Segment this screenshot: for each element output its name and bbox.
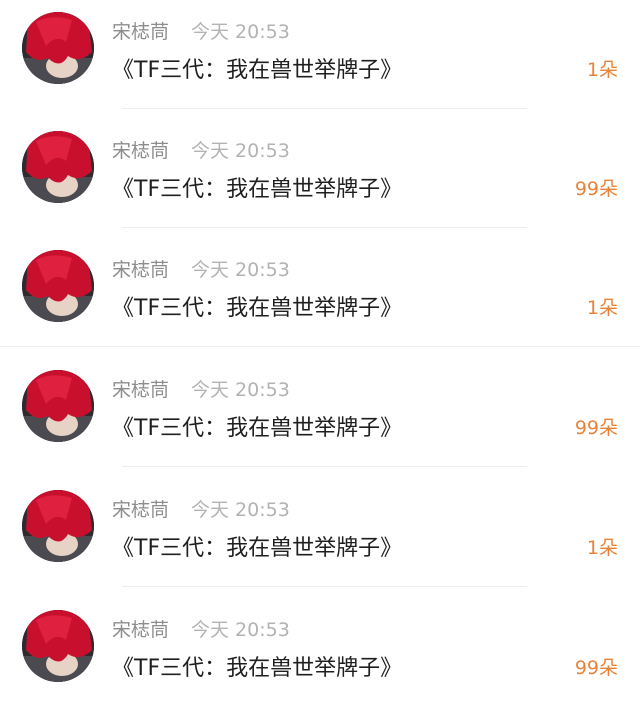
comment-time: 今天 20:53 [191,499,290,521]
gift-count: 99朵 [574,657,618,679]
comment-username[interactable]: 宋梽茼 [112,17,169,44]
comment-row[interactable]: 宋梽茼 今天 20:53 《TF三代：我在兽世举牌子》 99朵 [0,598,640,717]
comment-list: 宋梽茼 今天 20:53 《TF三代：我在兽世举牌子》 1朵 宋梽茼 今天 20… [0,0,640,718]
comment-row[interactable]: 宋梽茼 今天 20:53 《TF三代：我在兽世举牌子》 1朵 [0,478,640,597]
gift-count: 99朵 [574,178,618,200]
avatar[interactable] [22,250,94,322]
avatar[interactable] [22,12,94,84]
comment-time: 今天 20:53 [191,379,290,401]
avatar[interactable] [22,131,94,203]
divider [122,586,527,587]
gift-count: 1朵 [586,297,618,319]
comment-row[interactable]: 宋梽茼 今天 20:53 《TF三代：我在兽世举牌子》 99朵 [0,119,640,238]
gift-count: 1朵 [586,537,618,559]
comment-time: 今天 20:53 [191,619,290,641]
comment-username[interactable]: 宋梽茼 [112,375,169,402]
comment-username[interactable]: 宋梽茼 [112,136,169,163]
comment-text: 《TF三代：我在兽世举牌子》 [112,656,403,681]
comment-text: 《TF三代：我在兽世举牌子》 [112,296,403,321]
comment-time: 今天 20:53 [191,21,290,43]
divider [122,227,527,228]
gift-count: 1朵 [586,59,618,81]
comment-text: 《TF三代：我在兽世举牌子》 [112,416,403,441]
avatar-image-icon [22,610,94,682]
divider [0,346,640,347]
avatar-image-icon [22,250,94,322]
comment-time: 今天 20:53 [191,259,290,281]
comment-row[interactable]: 宋梽茼 今天 20:53 《TF三代：我在兽世举牌子》 1朵 [0,0,640,119]
comment-text: 《TF三代：我在兽世举牌子》 [112,536,403,561]
comment-row[interactable]: 宋梽茼 今天 20:53 《TF三代：我在兽世举牌子》 1朵 [0,238,640,357]
divider [122,108,527,109]
avatar-image-icon [22,12,94,84]
avatar[interactable] [22,370,94,442]
avatar[interactable] [22,490,94,562]
gift-count: 99朵 [574,417,618,439]
comment-username[interactable]: 宋梽茼 [112,615,169,642]
avatar-image-icon [22,131,94,203]
divider [122,466,527,467]
comment-username[interactable]: 宋梽茼 [112,255,169,282]
avatar[interactable] [22,610,94,682]
comment-time: 今天 20:53 [191,140,290,162]
comment-row[interactable]: 宋梽茼 今天 20:53 《TF三代：我在兽世举牌子》 99朵 [0,358,640,477]
comment-text: 《TF三代：我在兽世举牌子》 [112,58,403,83]
comment-username[interactable]: 宋梽茼 [112,495,169,522]
avatar-image-icon [22,370,94,442]
avatar-image-icon [22,490,94,562]
comment-text: 《TF三代：我在兽世举牌子》 [112,177,403,202]
